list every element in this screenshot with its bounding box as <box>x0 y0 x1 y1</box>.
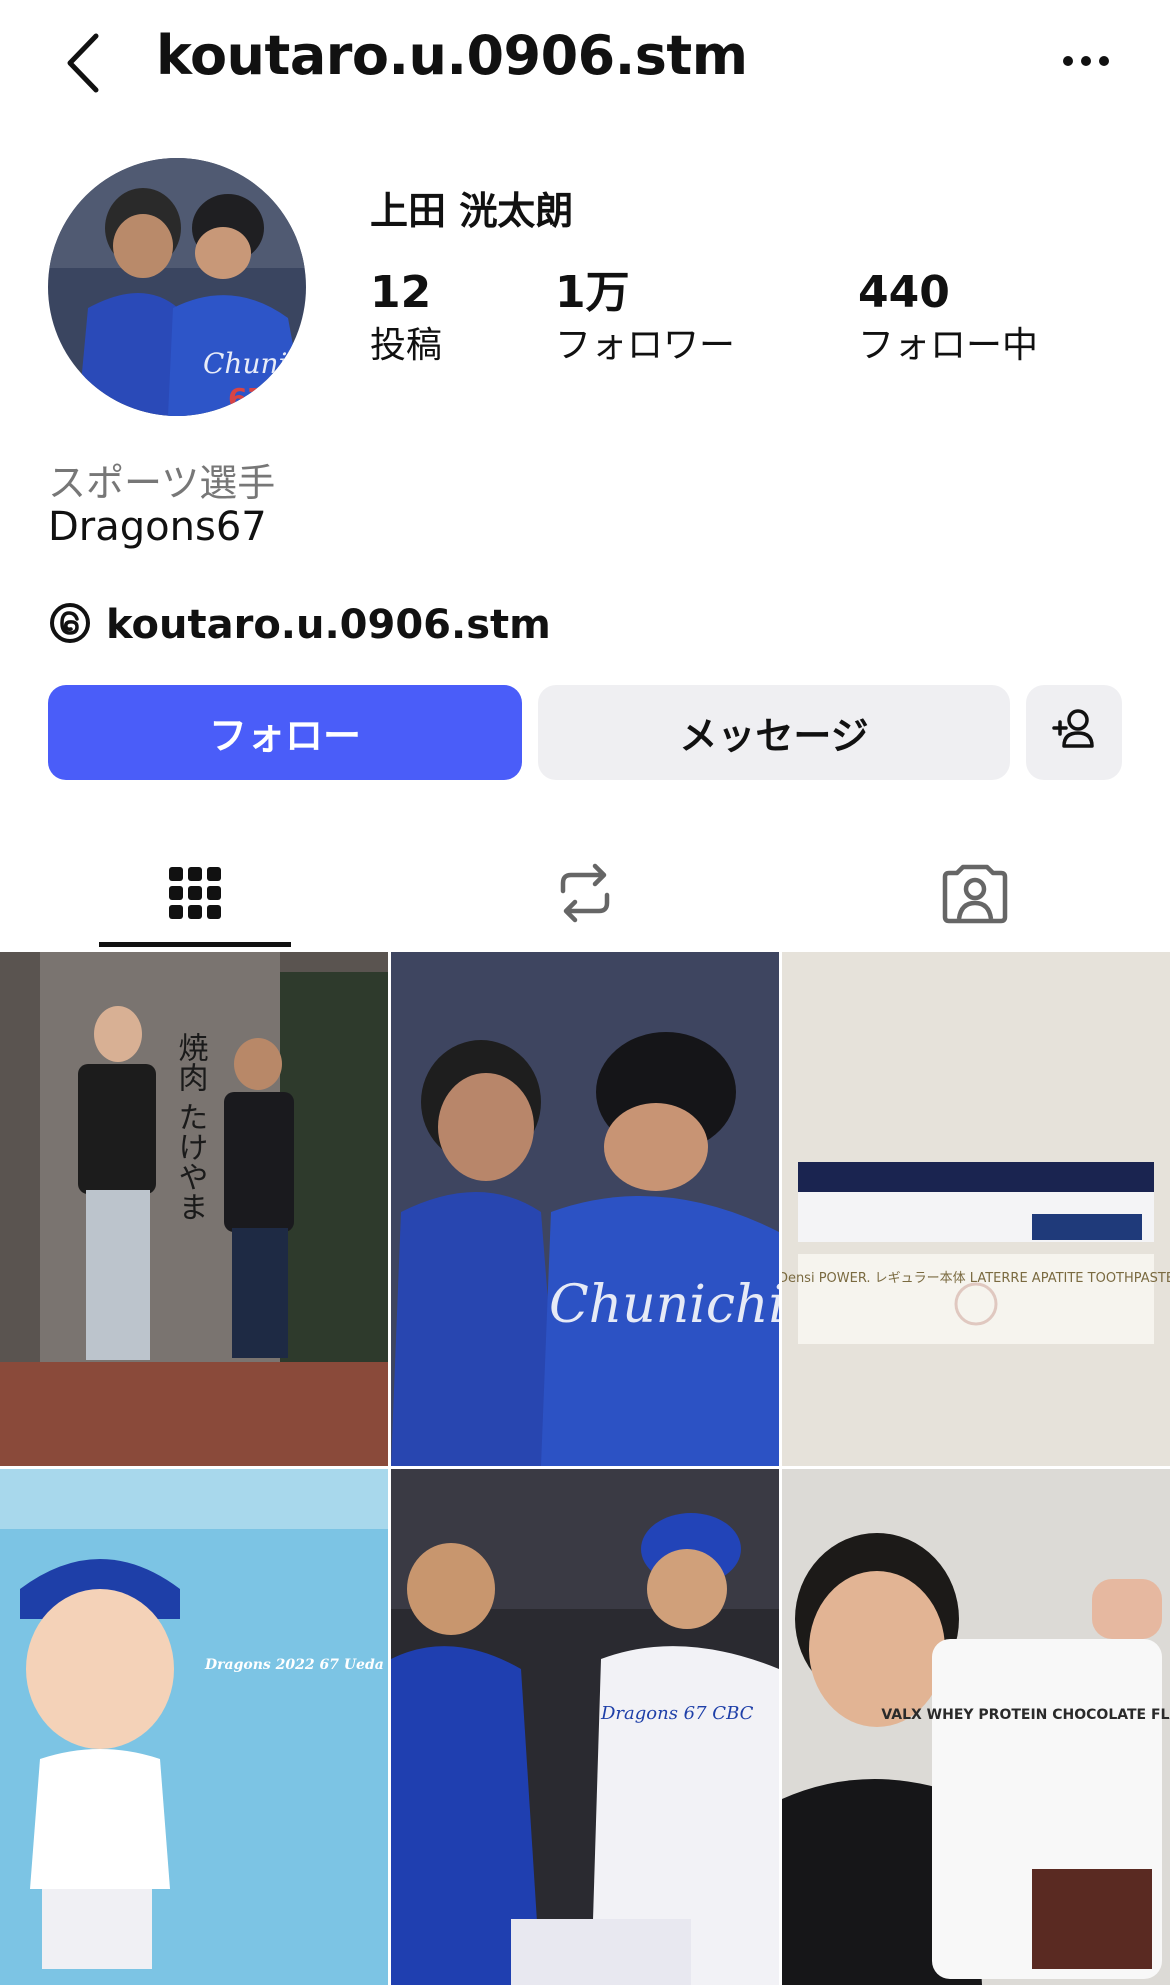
stat-following[interactable]: 440 フォロー中 <box>858 264 1038 370</box>
tab-tagged[interactable] <box>880 840 1070 950</box>
post-overlay-text: Dragons 2022 67 Ueda Kotaro <box>204 1657 388 1673</box>
stat-followers-count: 1万 <box>555 267 630 318</box>
post-overlay-text: Dragons 67 CBC <box>600 1703 754 1724</box>
post-thumbnail[interactable]: Dragons 67 CBC <box>391 1469 779 1985</box>
stat-posts[interactable]: 12 投稿 <box>370 264 442 370</box>
active-tab-indicator <box>99 942 291 947</box>
svg-text:67: 67 <box>228 382 267 415</box>
stat-following-count: 440 <box>858 267 950 318</box>
post-overlay-text: 焼肉 たけやま <box>173 1032 208 1222</box>
post-thumbnail[interactable]: VALX WHEY PROTEIN CHOCOLATE FLAVOR <box>782 1469 1170 1985</box>
posts-grid: 焼肉 たけやま Chunichi 67 Densi PO <box>0 952 1170 1985</box>
stat-posts-label: 投稿 <box>370 325 443 366</box>
profile-username: koutaro.u.0906.stm <box>156 24 748 87</box>
post-overlay-text: VALX WHEY PROTEIN CHOCOLATE FLAVOR <box>881 1707 1170 1723</box>
profile-category: スポーツ選手 <box>48 461 276 505</box>
message-button-label: メッセージ <box>679 714 869 758</box>
threads-handle: koutaro.u.0906.stm <box>106 602 551 648</box>
stat-following-label: フォロー中 <box>858 325 1039 366</box>
threads-link[interactable]: koutaro.u.0906.stm <box>48 598 551 652</box>
post-thumbnail[interactable]: Densi POWER. レギュラー本体 LATERRE APATITE TOO… <box>782 952 1170 1466</box>
top-bar: koutaro.u.0906.stm <box>0 0 1170 120</box>
tagged-person-icon <box>941 861 1009 929</box>
profile-tabs <box>0 840 1170 950</box>
stat-followers[interactable]: 1万 フォロワー <box>555 264 735 370</box>
tab-posts[interactable] <box>99 840 291 950</box>
threads-icon <box>48 601 92 649</box>
repost-icon <box>555 861 615 929</box>
post-thumbnail[interactable]: Chunichi 67 <box>391 952 779 1466</box>
back-chevron-left-icon[interactable] <box>58 28 114 98</box>
message-button[interactable]: メッセージ <box>538 685 1010 780</box>
post-thumbnail[interactable]: Dragons 2022 67 Ueda Kotaro <box>0 1469 388 1985</box>
profile-avatar[interactable]: Chunichi 67 <box>48 158 306 416</box>
grid-icon <box>167 865 223 925</box>
svg-text:Chunichi: Chunichi <box>203 347 306 380</box>
post-overlay-text: Chunichi 67 <box>549 1275 779 1335</box>
tab-reposts[interactable] <box>490 840 680 950</box>
post-thumbnail[interactable]: 焼肉 たけやま <box>0 952 388 1466</box>
stat-followers-label: フォロワー <box>555 325 736 366</box>
follow-button-label: フォロー <box>208 714 361 758</box>
stat-posts-count: 12 <box>370 267 432 318</box>
profile-bio: Dragons67 <box>48 504 267 550</box>
add-person-icon <box>1050 706 1098 759</box>
profile-full-name: 上田 洸太朗 <box>370 189 574 233</box>
more-horizontal-icon[interactable] <box>1058 36 1118 86</box>
follow-button[interactable]: フォロー <box>48 685 522 780</box>
suggest-people-button[interactable] <box>1026 685 1122 780</box>
